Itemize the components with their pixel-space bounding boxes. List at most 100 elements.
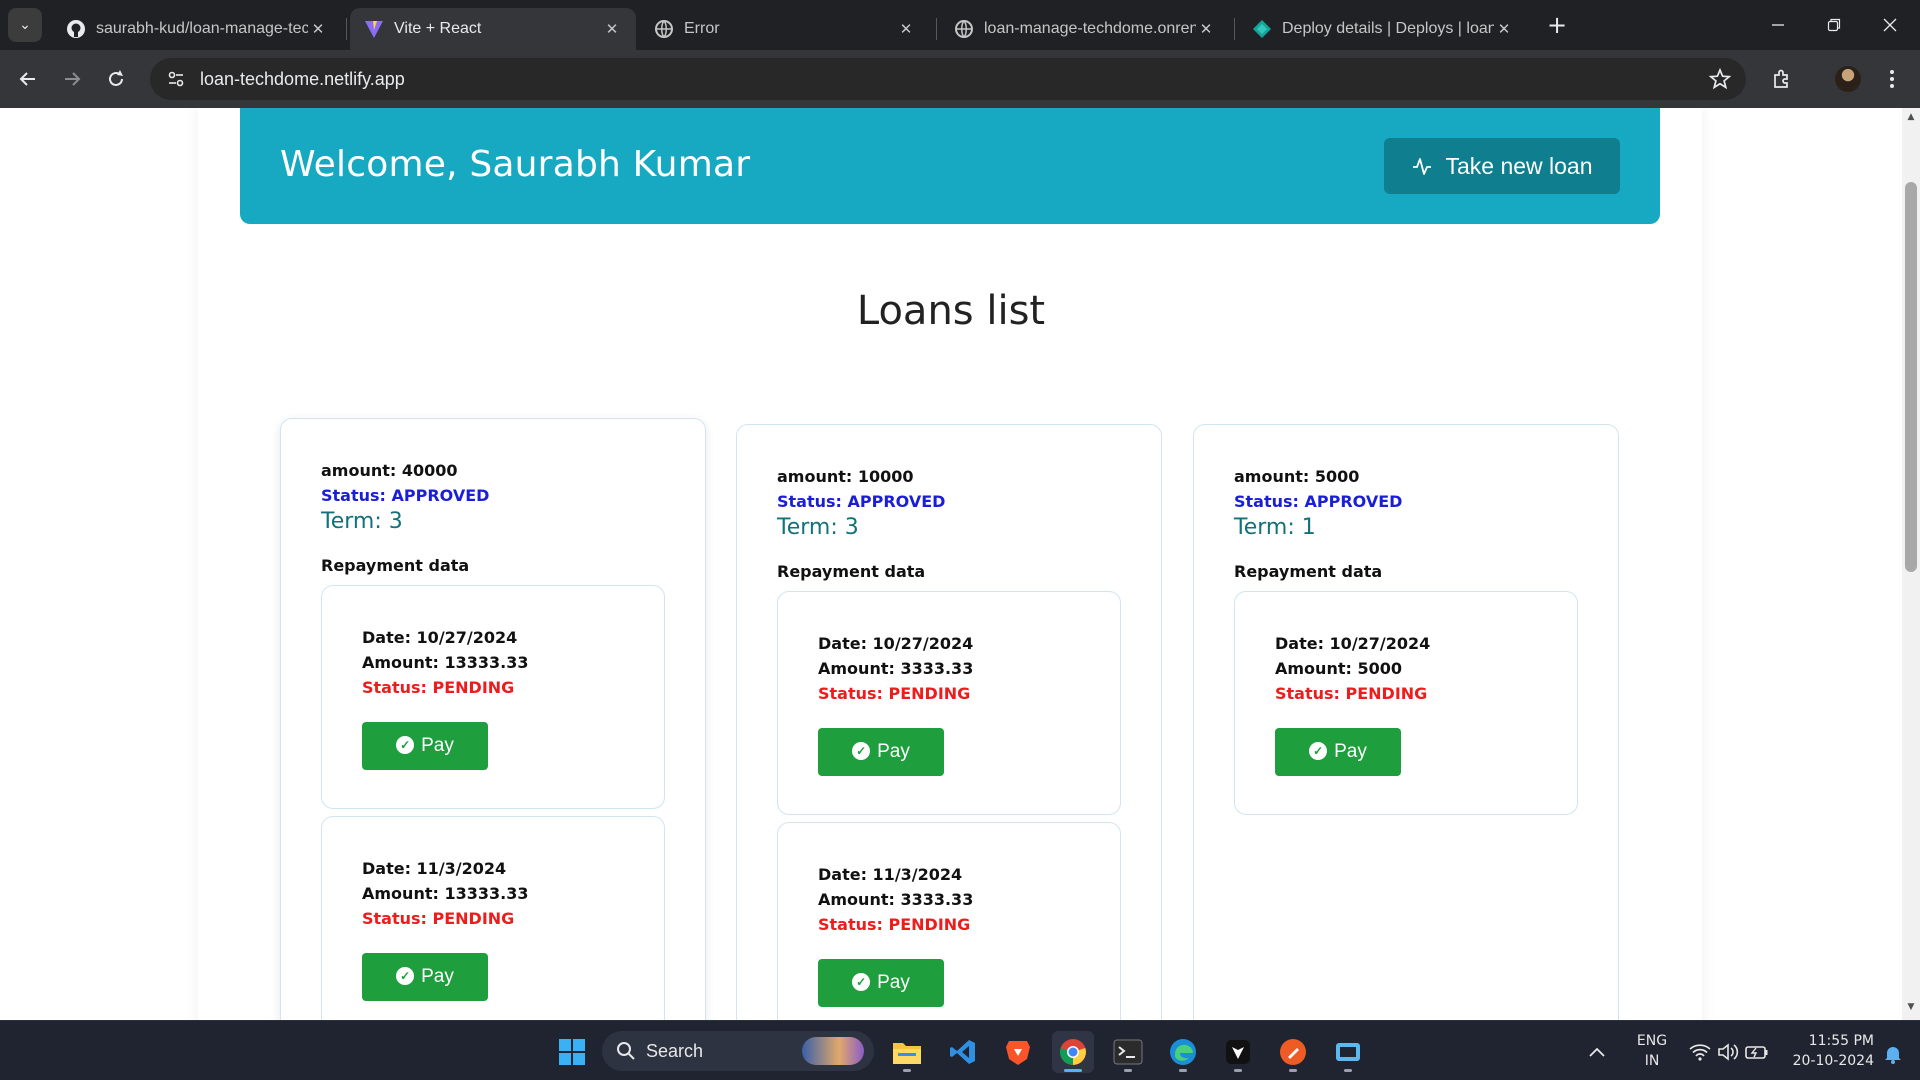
star-icon[interactable] <box>1708 67 1732 91</box>
taskbar-vscode[interactable] <box>942 1031 984 1073</box>
taskbar-brave[interactable] <box>997 1031 1039 1073</box>
close-icon[interactable]: ✕ <box>1196 19 1216 39</box>
pay-label: Pay <box>877 972 910 993</box>
browser-tab-bar: ⌄ saurabh-kud/loan-manage-tech ✕ Vite + … <box>0 0 1920 50</box>
close-icon[interactable]: ✕ <box>896 19 916 39</box>
battery-icon <box>1745 1046 1768 1059</box>
tab-github[interactable]: saurabh-kud/loan-manage-tech ✕ <box>52 8 342 50</box>
tab-separator <box>1234 18 1235 40</box>
github-icon <box>66 19 86 39</box>
pay-button[interactable]: ✓ Pay <box>362 722 488 770</box>
pay-label: Pay <box>1334 741 1367 762</box>
running-indicator <box>1124 1069 1132 1072</box>
repayment-date: Date: 11/3/2024 <box>362 859 507 878</box>
start-button[interactable] <box>551 1031 593 1073</box>
tab-error[interactable]: Error ✕ <box>640 8 930 50</box>
check-circle-icon: ✓ <box>396 966 415 985</box>
taskbar-terminal[interactable] <box>1107 1031 1149 1073</box>
reload-button[interactable] <box>100 63 132 95</box>
take-new-loan-label: Take new loan <box>1445 152 1593 179</box>
reload-icon <box>109 70 123 86</box>
pay-label: Pay <box>877 741 910 762</box>
site-settings-icon[interactable] <box>156 63 196 95</box>
bell-icon <box>1885 1047 1901 1064</box>
tab-search-button[interactable]: ⌄ <box>8 8 42 42</box>
url-text: loan-techdome.netlify.app <box>200 68 405 89</box>
search-icon <box>617 1042 635 1060</box>
tray-overflow-button[interactable] <box>1580 1031 1614 1073</box>
running-indicator <box>1289 1069 1297 1072</box>
minimize-button[interactable] <box>1750 0 1806 50</box>
repayment-amount: Amount: 5000 <box>1275 659 1402 678</box>
close-icon[interactable]: ✕ <box>602 19 622 39</box>
start-icon <box>559 1039 585 1065</box>
pay-button[interactable]: ✓ Pay <box>818 728 944 776</box>
close-window-button[interactable] <box>1862 0 1918 50</box>
tab-title: loan-manage-techdome.onrender <box>984 20 1196 37</box>
running-indicator <box>1179 1069 1187 1072</box>
back-button[interactable] <box>12 63 44 95</box>
notifications-button[interactable] <box>1876 1033 1910 1075</box>
taskbar-app[interactable] <box>1327 1031 1369 1073</box>
loan-term: Term: 3 <box>777 515 859 540</box>
page-scrollbar[interactable]: ▲ ▼ <box>1902 108 1920 1020</box>
more-vert-icon <box>1890 70 1894 88</box>
repayment-amount: Amount: 3333.33 <box>818 659 974 678</box>
taskbar-file-explorer[interactable] <box>886 1031 928 1073</box>
language-indicator[interactable]: ENG IN <box>1630 1031 1674 1071</box>
close-icon[interactable]: ✕ <box>308 19 328 39</box>
running-indicator <box>903 1069 911 1072</box>
quick-settings-button[interactable] <box>1684 1031 1774 1073</box>
repayment-status: Status: PENDING <box>818 915 971 934</box>
check-circle-icon: ✓ <box>1309 741 1328 760</box>
tab-netlify-deploy[interactable]: Deploy details | Deploys | loan-t ✕ <box>1238 8 1528 50</box>
address-bar[interactable]: loan-techdome.netlify.app <box>150 58 1746 100</box>
repayment-status: Status: PENDING <box>362 678 515 697</box>
tab-onrender[interactable]: loan-manage-techdome.onrender ✕ <box>940 8 1230 50</box>
clock-time: 11:55 PM <box>1808 1033 1874 1049</box>
pay-button[interactable]: ✓ Pay <box>362 953 488 1001</box>
windows-taskbar: Search ENG IN 11:55 PM 20-10-2024 <box>0 1020 1920 1080</box>
loan-amount: amount: 5000 <box>1234 467 1360 486</box>
arrow-right-icon <box>65 72 81 86</box>
check-circle-icon: ✓ <box>396 735 415 754</box>
repayment-date: Date: 10/27/2024 <box>818 634 974 653</box>
chrome-icon <box>1060 1039 1086 1065</box>
tab-vite-react[interactable]: Vite + React ✕ <box>350 8 636 50</box>
extensions-button[interactable] <box>1766 63 1798 95</box>
scroll-thumb[interactable] <box>1905 182 1917 572</box>
taskbar-chrome[interactable] <box>1052 1031 1094 1073</box>
taskbar-postman[interactable] <box>1272 1031 1314 1073</box>
new-tab-button[interactable]: + <box>1542 10 1572 40</box>
globe-icon <box>654 19 674 39</box>
pay-button[interactable]: ✓ Pay <box>818 959 944 1007</box>
brave-icon <box>1006 1041 1030 1065</box>
repayment-date: Date: 10/27/2024 <box>362 628 518 647</box>
loan-card: amount: 5000 Status: APPROVED Term: 1 Re… <box>1193 424 1619 1020</box>
minimize-icon <box>1772 24 1784 26</box>
repayment-amount: Amount: 3333.33 <box>818 890 974 909</box>
scroll-up-arrow-icon[interactable]: ▲ <box>1906 112 1916 126</box>
taskbar-search[interactable]: Search <box>602 1031 874 1071</box>
forward-button[interactable] <box>56 63 88 95</box>
profile-avatar[interactable] <box>1832 63 1864 95</box>
file-explorer-icon <box>893 1043 921 1064</box>
page-title: Loans list <box>856 288 1046 334</box>
take-new-loan-button[interactable]: Take new loan <box>1384 138 1620 194</box>
close-icon[interactable]: ✕ <box>1494 19 1514 39</box>
restore-button[interactable] <box>1806 0 1862 50</box>
pay-button[interactable]: ✓ Pay <box>1275 728 1401 776</box>
tab-title: saurabh-kud/loan-manage-tech <box>96 20 308 37</box>
page-viewport: Welcome, Saurabh Kumar Take new loan Loa… <box>0 108 1902 1020</box>
running-indicator <box>1064 1069 1082 1072</box>
chevron-up-icon <box>1589 1047 1605 1057</box>
taskbar-edge[interactable] <box>1162 1031 1204 1073</box>
taskbar-app[interactable] <box>1217 1031 1259 1073</box>
scroll-down-arrow-icon[interactable]: ▼ <box>1906 1002 1916 1016</box>
browser-menu-button[interactable] <box>1876 63 1908 95</box>
vscode-icon <box>950 1040 975 1064</box>
taskbar-clock[interactable]: 11:55 PM 20-10-2024 <box>1778 1031 1874 1071</box>
tab-title: Error <box>684 20 720 37</box>
close-icon <box>1883 18 1897 32</box>
language-code: ENG <box>1636 1033 1668 1049</box>
